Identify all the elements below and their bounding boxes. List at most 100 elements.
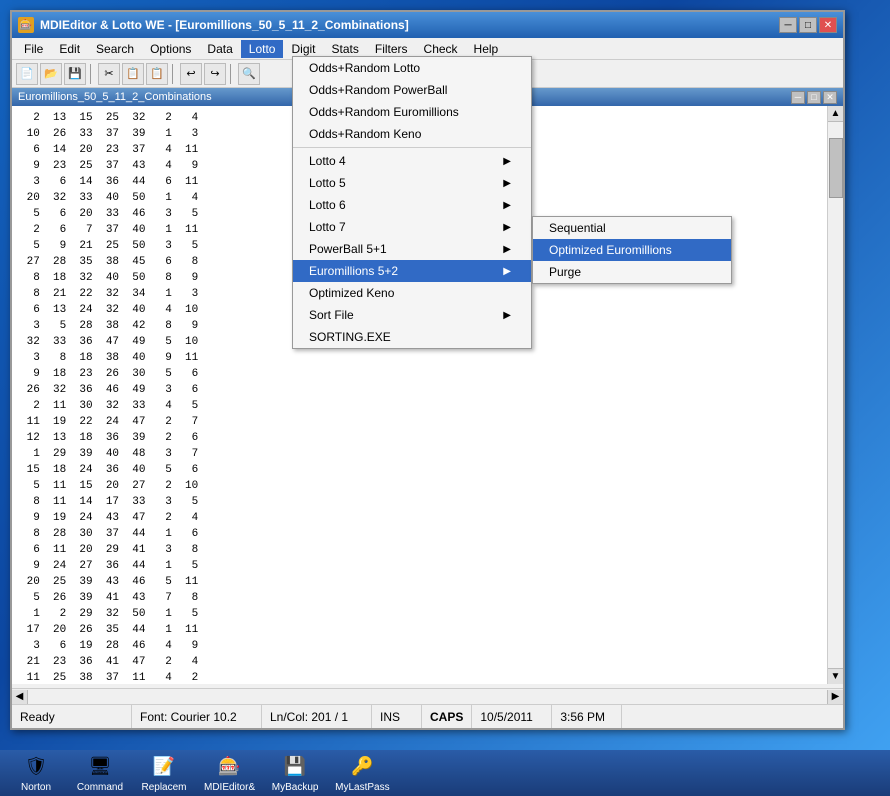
status-caps-text: CAPS bbox=[430, 710, 463, 724]
powerball-arrow: ▶ bbox=[503, 244, 511, 255]
scroll-thumb[interactable] bbox=[829, 138, 843, 198]
menu-lotto5[interactable]: Lotto 5 ▶ bbox=[293, 172, 531, 194]
status-date: 10/5/2011 bbox=[472, 705, 552, 728]
minimize-button[interactable]: ─ bbox=[779, 17, 797, 33]
toolbar-save[interactable]: 💾 bbox=[64, 63, 86, 85]
taskbar-replacem[interactable]: 📝 Replacem bbox=[134, 752, 194, 795]
title-controls: ─ □ ✕ bbox=[779, 17, 837, 33]
title-bar-left: 🎰 MDIEditor & Lotto WE - [Euromillions_5… bbox=[18, 17, 409, 33]
scroll-right-btn[interactable]: ▶ bbox=[827, 690, 843, 704]
mylastpass-icon: 🔑 bbox=[349, 754, 375, 780]
status-date-text: 10/5/2011 bbox=[480, 710, 533, 724]
menu-options[interactable]: Options bbox=[142, 40, 199, 58]
lotto-menu: Odds+Random Lotto Odds+Random PowerBall … bbox=[292, 56, 532, 349]
menu-euromillions52[interactable]: Euromillions 5+2 ▶ bbox=[293, 260, 531, 282]
taskbar-mdieditor[interactable]: 🎰 MDIEditor& bbox=[198, 752, 261, 795]
status-ins: INS bbox=[372, 705, 422, 728]
menu-sorting-exe[interactable]: SORTING.EXE bbox=[293, 326, 531, 348]
mdi-maximize[interactable]: □ bbox=[807, 91, 821, 104]
menu-odds-random-keno[interactable]: Odds+Random Keno bbox=[293, 123, 531, 145]
app-window: 🎰 MDIEditor & Lotto WE - [Euromillions_5… bbox=[10, 10, 845, 730]
status-font-text: Font: Courier 10.2 bbox=[140, 710, 237, 724]
command-label: Command bbox=[77, 782, 123, 793]
status-caps: CAPS bbox=[422, 705, 472, 728]
submenu-sequential[interactable]: Sequential bbox=[533, 217, 731, 239]
taskbar-mybackup[interactable]: 💾 MyBackup bbox=[265, 752, 325, 795]
submenu-optimized-euromillions[interactable]: Optimized Euromillions bbox=[533, 239, 731, 261]
menu-sort-file[interactable]: Sort File ▶ bbox=[293, 304, 531, 326]
mylastpass-label: MyLastPass bbox=[335, 782, 389, 793]
status-ins-text: INS bbox=[380, 710, 400, 724]
toolbar-copy[interactable]: 📋 bbox=[122, 63, 144, 85]
menu-stats[interactable]: Stats bbox=[324, 40, 367, 58]
mdi-child-label: Euromillions_50_5_11_2_Combinations bbox=[18, 91, 212, 103]
lotto4-arrow: ▶ bbox=[503, 156, 511, 167]
replacem-icon: 📝 bbox=[151, 754, 177, 780]
toolbar-new[interactable]: 📄 bbox=[16, 63, 38, 85]
menu-lotto[interactable]: Lotto bbox=[241, 40, 284, 58]
menu-data[interactable]: Data bbox=[199, 40, 240, 58]
menu-odds-random-euromillions[interactable]: Odds+Random Euromillions bbox=[293, 101, 531, 123]
toolbar-sep2 bbox=[172, 64, 176, 84]
status-time-text: 3:56 PM bbox=[560, 710, 605, 724]
scroll-down-btn[interactable]: ▼ bbox=[828, 668, 843, 684]
menu-optimized-keno[interactable]: Optimized Keno bbox=[293, 282, 531, 304]
status-font: Font: Courier 10.2 bbox=[132, 705, 262, 728]
euromillions-submenu: Sequential Optimized Euromillions Purge bbox=[532, 216, 732, 284]
toolbar-redo[interactable]: ↪ bbox=[204, 63, 226, 85]
menu-lotto4[interactable]: Lotto 4 ▶ bbox=[293, 150, 531, 172]
toolbar-search[interactable]: 🔍 bbox=[238, 63, 260, 85]
toolbar-sep3 bbox=[230, 64, 234, 84]
mybackup-label: MyBackup bbox=[272, 782, 319, 793]
status-bar: Ready Font: Courier 10.2 Ln/Col: 201 / 1… bbox=[12, 704, 843, 728]
menu-digit[interactable]: Digit bbox=[283, 40, 323, 58]
mdieditor-label: MDIEditor& bbox=[204, 782, 255, 793]
menu-file[interactable]: File bbox=[16, 40, 51, 58]
lotto7-arrow: ▶ bbox=[503, 222, 511, 233]
mdi-minimize[interactable]: ─ bbox=[791, 91, 805, 104]
status-position: Ln/Col: 201 / 1 bbox=[262, 705, 372, 728]
menu-edit[interactable]: Edit bbox=[51, 40, 88, 58]
horizontal-scrollbar[interactable]: ◀ ▶ bbox=[12, 688, 843, 704]
menu-search[interactable]: Search bbox=[88, 40, 142, 58]
app-title: MDIEditor & Lotto WE - [Euromillions_50_… bbox=[40, 18, 409, 32]
mybackup-icon: 💾 bbox=[282, 754, 308, 780]
status-ready: Ready bbox=[12, 705, 132, 728]
menu-odds-random-powerball[interactable]: Odds+Random PowerBall bbox=[293, 79, 531, 101]
taskbar-command[interactable]: 🖥 Command bbox=[70, 752, 130, 795]
submenu-purge[interactable]: Purge bbox=[533, 261, 731, 283]
vertical-scrollbar[interactable]: ▲ ▼ bbox=[827, 106, 843, 684]
menu-lotto7[interactable]: Lotto 7 ▶ bbox=[293, 216, 531, 238]
mdi-close[interactable]: ✕ bbox=[823, 91, 837, 104]
lotto5-arrow: ▶ bbox=[503, 178, 511, 189]
menu-check[interactable]: Check bbox=[416, 40, 466, 58]
sort-arrow: ▶ bbox=[503, 310, 511, 321]
mdieditor-icon: 🎰 bbox=[217, 754, 243, 780]
status-ready-text: Ready bbox=[20, 710, 55, 724]
scroll-left-btn[interactable]: ◀ bbox=[12, 690, 28, 704]
menu-powerball51[interactable]: PowerBall 5+1 ▶ bbox=[293, 238, 531, 260]
menu-lotto6[interactable]: Lotto 6 ▶ bbox=[293, 194, 531, 216]
euromillions-arrow: ▶ bbox=[503, 266, 511, 277]
toolbar-cut[interactable]: ✂ bbox=[98, 63, 120, 85]
taskbar: 🛡 Norton 🖥 Command 📝 Replacem 🎰 MDIEdito… bbox=[0, 750, 890, 796]
toolbar-open[interactable]: 📂 bbox=[40, 63, 62, 85]
taskbar-mylastpass[interactable]: 🔑 MyLastPass bbox=[329, 752, 395, 795]
norton-icon: 🛡 bbox=[23, 754, 49, 780]
menu-filters[interactable]: Filters bbox=[367, 40, 416, 58]
close-button[interactable]: ✕ bbox=[819, 17, 837, 33]
command-icon: 🖥 bbox=[87, 754, 113, 780]
toolbar-undo[interactable]: ↩ bbox=[180, 63, 202, 85]
menu-sep1 bbox=[293, 147, 531, 148]
scroll-h-track bbox=[28, 690, 827, 704]
status-time: 3:56 PM bbox=[552, 705, 622, 728]
scroll-up-btn[interactable]: ▲ bbox=[828, 106, 843, 122]
replacem-label: Replacem bbox=[141, 782, 186, 793]
toolbar-sep1 bbox=[90, 64, 94, 84]
menu-odds-random-lotto[interactable]: Odds+Random Lotto bbox=[293, 57, 531, 79]
menu-help[interactable]: Help bbox=[466, 40, 507, 58]
app-icon: 🎰 bbox=[18, 17, 34, 33]
taskbar-norton[interactable]: 🛡 Norton bbox=[6, 752, 66, 795]
maximize-button[interactable]: □ bbox=[799, 17, 817, 33]
toolbar-paste[interactable]: 📋 bbox=[146, 63, 168, 85]
